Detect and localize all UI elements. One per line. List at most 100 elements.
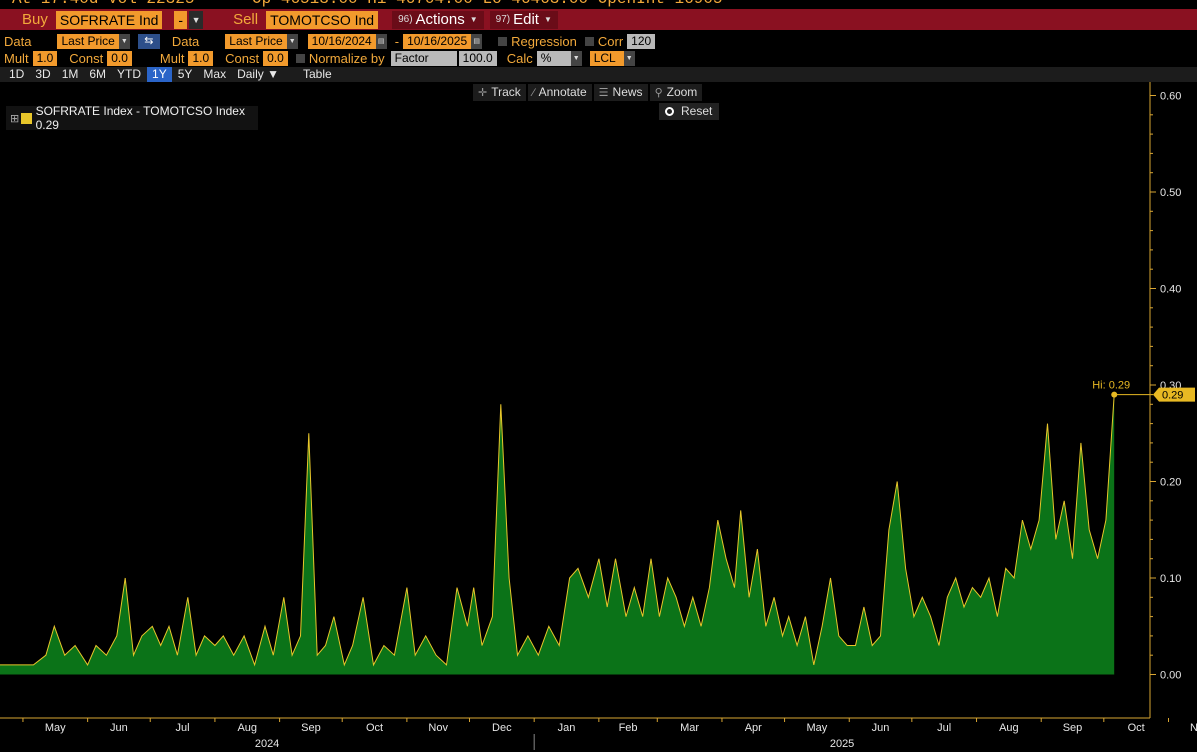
news-button[interactable]: ☰ News <box>593 84 648 101</box>
calc-select[interactable]: % <box>536 50 571 66</box>
x-year-label: 2025 <box>830 738 854 750</box>
high-point-marker <box>1111 391 1118 398</box>
caret-down-icon: ▼ <box>469 14 478 24</box>
x-month-label: Feb <box>619 722 638 734</box>
end-date-calendar-icon[interactable]: ▤ <box>471 33 483 49</box>
last-value-label: 0.29 <box>1162 390 1183 402</box>
buy-security-field[interactable]: SOFRRATE Ind <box>55 10 163 29</box>
table-button[interactable]: Table <box>298 67 337 82</box>
x-month-label: Jul <box>937 722 951 734</box>
zoom-label: Zoom <box>666 85 698 99</box>
data1-select[interactable]: Last Price <box>57 33 119 49</box>
period-1m-button[interactable]: 1M <box>57 67 84 82</box>
news-icon: ☰ <box>598 87 609 99</box>
corr-window-field[interactable]: 120 <box>627 33 656 49</box>
reset-icon <box>665 107 674 116</box>
const1-field[interactable]: 0.0 <box>107 50 132 66</box>
x-year-label: 2024 <box>255 738 279 750</box>
x-month-label: Nov <box>428 722 448 734</box>
chart-toolbar: ✛ Track ∕ Annotate ☰ News ⚲ Zoom <box>473 84 704 101</box>
annotate-button[interactable]: ∕ Annotate <box>527 84 592 101</box>
x-month-label: Sep <box>301 722 321 734</box>
actions-menu-button[interactable]: 96) Actions ▼ <box>392 10 484 29</box>
magnifier-icon: ⚲ <box>654 87 663 99</box>
const2-label: Const <box>225 50 260 66</box>
date-separator: - <box>394 33 400 49</box>
spread-chart[interactable]: Hi: 0.29 0.000.100.200.300.400.500.600.2… <box>0 82 1197 752</box>
currency-dropdown-icon[interactable]: ▼ <box>623 50 635 66</box>
period-5y-button[interactable]: 5Y <box>173 67 198 82</box>
data2-select[interactable]: Last Price <box>225 33 287 49</box>
period-max-button[interactable]: Max <box>198 67 231 82</box>
start-date-field[interactable]: 10/16/2024 <box>307 33 376 49</box>
mult1-label: Mult <box>4 50 29 66</box>
x-month-label: Sep <box>1063 722 1083 734</box>
reset-button[interactable]: Reset <box>659 103 720 120</box>
zoom-button[interactable]: ⚲ Zoom <box>649 84 703 101</box>
data2-label: Data <box>171 33 200 49</box>
corr-checkbox[interactable] <box>584 36 594 46</box>
corr-label: Corr <box>597 33 624 49</box>
const2-field[interactable]: 0.0 <box>263 50 288 66</box>
data2-dropdown-icon[interactable]: ▼ <box>286 33 298 49</box>
factor-field[interactable]: 100.0 <box>458 50 497 66</box>
y-tick-label: 0.50 <box>1160 187 1181 199</box>
settings-row-mult: Mult 1.0 Const 0.0 Mult 1.0 Const 0.0 No… <box>0 50 1197 66</box>
end-date-field[interactable]: 10/16/2025 <box>403 33 472 49</box>
period-ytd-button[interactable]: YTD <box>112 67 146 82</box>
track-button[interactable]: ✛ Track <box>473 84 526 101</box>
period-6m-button[interactable]: 6M <box>84 67 111 82</box>
x-month-label: Dec <box>492 722 512 734</box>
actions-menu-label: Actions <box>415 10 465 28</box>
normalize-label: Normalize by <box>308 50 385 66</box>
frequency-select[interactable]: Daily ▼ <box>232 67 284 82</box>
news-label: News <box>612 85 643 99</box>
sell-label: Sell <box>233 11 259 28</box>
operator-dropdown-icon[interactable]: ▼ <box>189 10 204 29</box>
edit-menu-button[interactable]: 97) Edit ▼ <box>489 10 558 29</box>
track-label: Track <box>491 85 521 99</box>
plot-area: Hi: 0.29 <box>0 380 1153 675</box>
legend-label: SOFRRATE Index - TOMOTCSO Index 0.29 <box>35 104 245 132</box>
period-3d-button[interactable]: 3D <box>30 67 55 82</box>
data1-dropdown-icon[interactable]: ▼ <box>118 33 130 49</box>
y-tick-label: 0.00 <box>1160 670 1181 682</box>
period-1y-button[interactable]: 1Y <box>147 67 172 82</box>
y-tick-label: 0.60 <box>1160 91 1181 103</box>
regression-checkbox[interactable] <box>498 36 508 46</box>
x-month-label: Jun <box>110 722 128 734</box>
x-month-label: Jul <box>176 722 190 734</box>
calc-dropdown-icon[interactable]: ▼ <box>570 50 582 66</box>
buy-label: Buy <box>22 11 48 28</box>
command-bar: Buy SOFRRATE Ind - ▼ Sell TOMOTCSO Ind 9… <box>0 9 1197 30</box>
edit-menu-label: Edit <box>513 10 539 28</box>
legend-swatch <box>21 112 32 124</box>
expand-icon[interactable]: ⊞ <box>10 112 19 125</box>
regression-label: Regression <box>511 33 577 49</box>
currency-select[interactable]: LCL <box>589 50 624 66</box>
mult1-field[interactable]: 1.0 <box>32 50 58 66</box>
x-month-label: Oct <box>366 722 383 734</box>
normalize-select[interactable]: Factor <box>390 50 457 66</box>
mult2-field[interactable]: 1.0 <box>188 50 214 66</box>
x-month-label: May <box>807 722 828 734</box>
x-month-label: Jun <box>872 722 890 734</box>
y-tick-label: 0.20 <box>1160 477 1181 489</box>
chart-legend[interactable]: ⊞ SOFRRATE Index - TOMOTCSO Index 0.29 <box>6 104 258 132</box>
actions-menu-number: 96) <box>398 13 413 25</box>
x-month-label: Aug <box>999 722 1019 734</box>
mult2-label: Mult <box>159 50 185 66</box>
sell-security-field[interactable]: TOMOTCSO Ind <box>266 10 379 29</box>
period-bar: 1D 3D 1M 6M YTD 1Y 5Y Max Daily ▼ Table <box>0 67 1197 82</box>
x-month-label: Aug <box>237 722 257 734</box>
series-area <box>0 394 1115 675</box>
annotate-label: Annotate <box>538 85 587 99</box>
crosshair-icon: ✛ <box>478 87 488 99</box>
swap-securities-icon[interactable]: ⇆ <box>137 33 160 49</box>
pencil-icon: ∕ <box>532 87 535 99</box>
start-date-calendar-icon[interactable]: ▤ <box>375 33 387 49</box>
operator-field[interactable]: - <box>174 10 188 29</box>
period-1d-button[interactable]: 1D <box>4 67 29 82</box>
frequency-label: Daily <box>237 67 264 81</box>
normalize-checkbox[interactable] <box>295 53 305 63</box>
